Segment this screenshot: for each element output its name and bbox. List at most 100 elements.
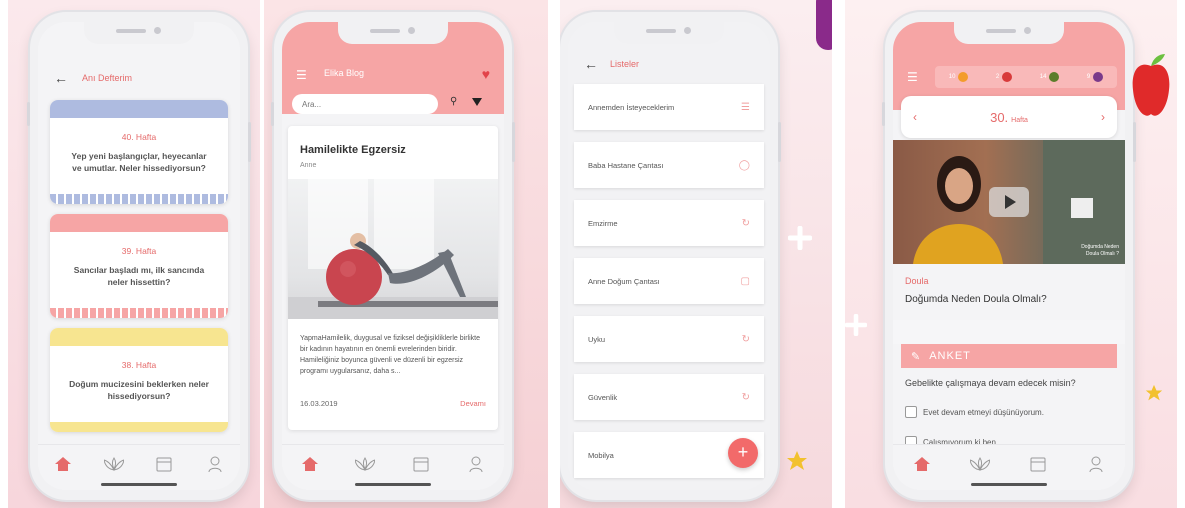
plum-decoration [816, 0, 832, 50]
page-title: Anı Defterim [82, 73, 133, 83]
list-item-label: Baba Hastane Çantası [588, 160, 664, 170]
bar-value: 2 [995, 74, 1000, 80]
card-question: Sancılar başladı mı, ilk sancında neler … [73, 265, 205, 287]
refresh-icon: ↻ [741, 217, 750, 229]
avocado-icon [1049, 72, 1060, 82]
chevron-right-icon[interactable]: › [1101, 110, 1105, 124]
phone-frame: ← Listeler Annemden İsteyeceklerim ☰ Baba… [560, 12, 781, 500]
page-title: Listeler [610, 59, 640, 69]
phone-frame: ☰ Elika Blog ♥ ⚲ Hamilelikte Egzersiz An… [271, 12, 515, 500]
panel-memory-book: ← Anı Defterim 40. Hafta Yep yeni başlan… [8, 0, 260, 508]
memory-card[interactable]: 38. Hafta Doğum mucizesini beklerken nel… [50, 328, 228, 432]
card-question: Yep yeni başlangıçlar, heyecanlar ve umu… [71, 151, 207, 173]
video-category: Doula [905, 276, 929, 286]
bar-value: 14 [1039, 74, 1047, 80]
profile-icon[interactable] [465, 453, 487, 475]
filter-icon[interactable] [472, 98, 482, 106]
profile-icon[interactable] [204, 453, 226, 475]
read-more-link[interactable]: Devamı [460, 399, 486, 408]
chevron-left-icon[interactable]: ‹ [913, 110, 917, 124]
screen: ← Anı Defterim 40. Hafta Yep yeni başlan… [38, 22, 240, 490]
refresh-icon: ↻ [741, 333, 750, 345]
apple-icon [1002, 72, 1013, 82]
woman-yoga-ball-illustration [288, 179, 498, 319]
brand-title: Elika Blog [324, 68, 365, 78]
panel-blog: ☰ Elika Blog ♥ ⚲ Hamilelikte Egzersiz An… [264, 0, 548, 508]
checkbox[interactable] [905, 406, 917, 418]
memory-card[interactable]: 39. Hafta Sancılar başladı mı, ilk sancı… [50, 214, 228, 318]
orange-icon [958, 72, 969, 82]
lotus-icon[interactable] [969, 453, 991, 475]
post-category: Anne [300, 162, 317, 169]
panel-lists: ← Listeler Annemden İsteyeceklerim ☰ Baba… [560, 0, 832, 508]
back-arrow-icon[interactable]: ← [54, 70, 68, 86]
list-item[interactable]: Annemden İsteyeceklerim ☰ [574, 84, 764, 130]
back-arrow-icon[interactable]: ← [584, 56, 598, 72]
week-selector: ‹ 30. Hafta › [901, 96, 1117, 138]
survey-label: ANKET [929, 350, 971, 362]
card-week: 39. Hafta [121, 246, 157, 256]
fruit-size-bar: 10 2 14 9 [935, 66, 1117, 88]
add-button[interactable]: + [728, 438, 758, 468]
list-item[interactable]: Anne Doğum Çantası ▢ [574, 258, 764, 304]
list-item[interactable]: Güvenlik ↻ [574, 374, 764, 420]
tab-bar [893, 444, 1125, 490]
list-item-label: Güvenlik [588, 392, 618, 402]
card-question: Doğum mucizesini beklerken neler hissedi… [69, 379, 209, 401]
menu-icon[interactable]: ☰ [296, 68, 307, 82]
video-caption: Doula Olmalı ? [1085, 251, 1119, 257]
memory-card[interactable]: 40. Hafta Yep yeni başlangıçlar, heyecan… [50, 100, 228, 204]
video-thumbnail[interactable]: Doğumda Neden Doula Olmalı ? [893, 140, 1125, 264]
bag-icon: ▢ [740, 275, 750, 287]
screen: ☰ 10 2 14 9 ‹ 30. Hafta › Doğumda Neden … [893, 22, 1125, 490]
survey-header: ✎ ANKET [901, 344, 1117, 368]
list-item[interactable]: Emzirme ↻ [574, 200, 764, 246]
list-item-label: Anne Doğum Çantası [588, 276, 660, 286]
card-week: 38. Hafta [121, 360, 157, 370]
survey-option[interactable]: Evet devam etmeyi düşünüyorum. [905, 406, 1044, 418]
phone-frame: ☰ 10 2 14 9 ‹ 30. Hafta › Doğumda Neden … [882, 12, 1136, 500]
bar-value: 10 [948, 74, 956, 80]
apple-decoration [1132, 54, 1170, 116]
list-item[interactable]: Baba Hastane Çantası ◯ [574, 142, 764, 188]
headphones-icon: ◯ [738, 159, 750, 171]
post-title: Hamilelikte Egzersiz [300, 144, 406, 156]
phone-frame: ← Anı Defterim 40. Hafta Yep yeni başlan… [27, 12, 251, 500]
pencil-icon: ✎ [911, 350, 922, 363]
sparkle-icon [845, 314, 867, 336]
screen: ← Listeler Annemden İsteyeceklerim ☰ Baba… [568, 22, 770, 490]
sparkle-icon [788, 226, 812, 250]
lotus-icon[interactable] [354, 453, 376, 475]
survey-question: Gebelikte çalışmaya devam edecek misin? [905, 378, 1076, 388]
calendar-icon[interactable] [1027, 453, 1049, 475]
profile-icon[interactable] [1085, 453, 1107, 475]
lotus-icon[interactable] [103, 453, 125, 475]
post-image [288, 179, 498, 319]
list-item[interactable]: Uyku ↻ [574, 316, 764, 362]
video-title[interactable]: Doğumda Neden Doula Olmalı? [905, 294, 1047, 305]
star-icon [787, 451, 807, 470]
calendar-icon[interactable] [153, 453, 175, 475]
list-item-label: Annemden İsteyeceklerim [588, 102, 675, 112]
star-icon [1145, 384, 1163, 401]
panel-weekly: ☰ 10 2 14 9 ‹ 30. Hafta › Doğumda Neden … [845, 0, 1177, 508]
home-icon[interactable] [52, 453, 74, 475]
list-item-label: Uyku [588, 334, 606, 344]
list-item-label: Mobilya [588, 450, 614, 460]
home-icon[interactable] [299, 453, 321, 475]
search-input[interactable] [292, 94, 438, 114]
menu-icon[interactable]: ☰ [907, 70, 918, 84]
week-number-value: 30. [990, 109, 1009, 125]
post-date: 16.03.2019 [300, 399, 338, 408]
option-label: Evet devam etmeyi düşünüyorum. [923, 407, 1044, 417]
search-icon[interactable]: ⚲ [450, 96, 457, 107]
play-icon[interactable] [989, 187, 1029, 217]
blog-post-card[interactable]: Hamilelikte Egzersiz Anne YapmaHamilelik… [288, 126, 498, 430]
heart-icon[interactable]: ♥ [482, 66, 490, 82]
video-caption: Doğumda Neden [1081, 244, 1119, 250]
calendar-icon[interactable] [410, 453, 432, 475]
refresh-icon: ↻ [741, 391, 750, 403]
bar-value: 9 [1086, 74, 1091, 80]
tab-bar [282, 444, 504, 490]
home-icon[interactable] [911, 453, 933, 475]
